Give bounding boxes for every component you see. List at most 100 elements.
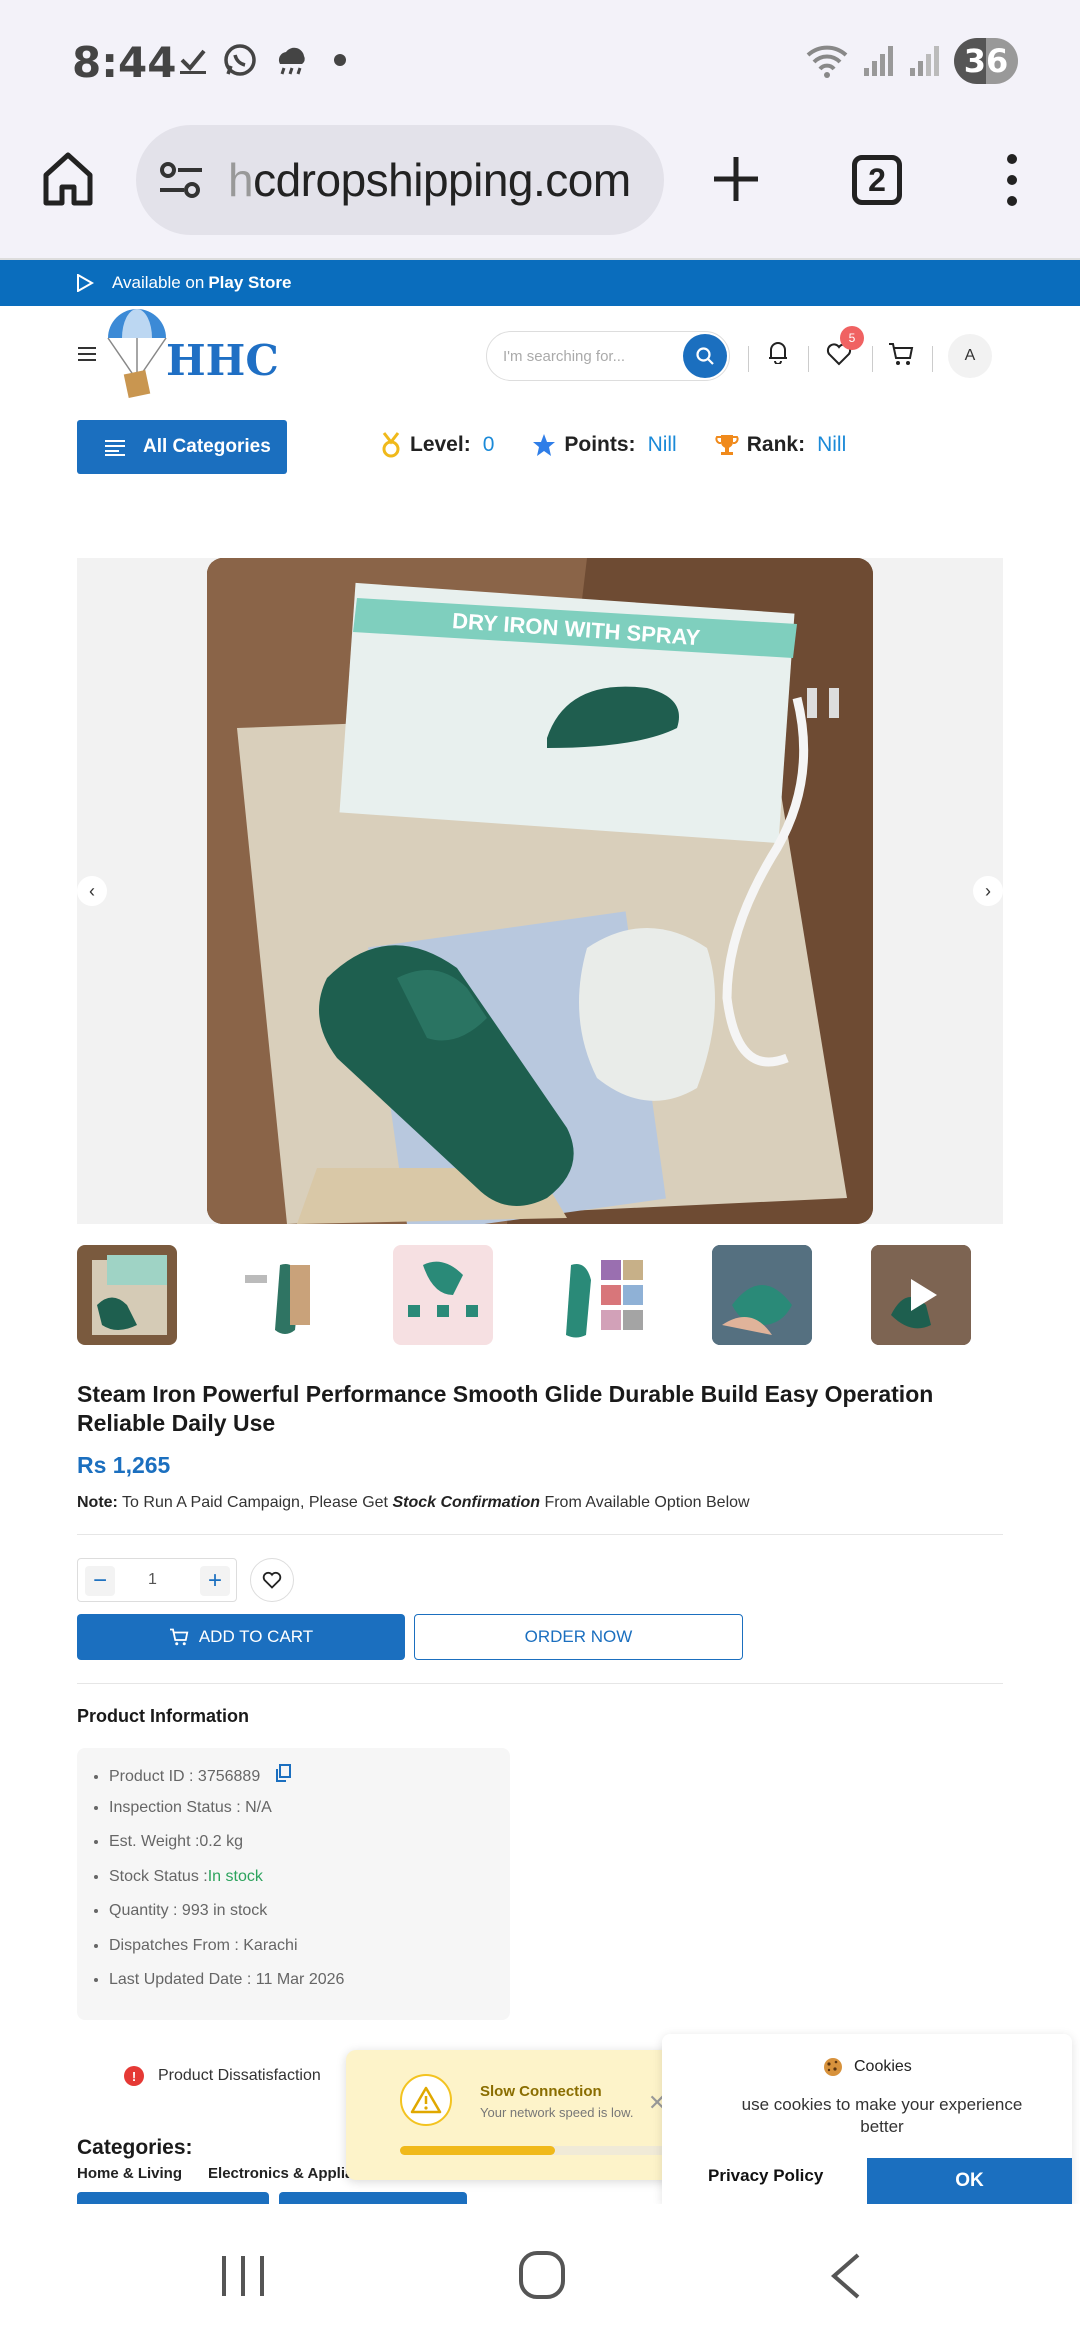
search-icon xyxy=(696,347,714,365)
site-header: HHC I'm searching for... 5 A xyxy=(0,306,1080,416)
medal-icon xyxy=(382,432,400,458)
thumbnail-image xyxy=(566,1260,643,1338)
stock-confirmation-text: Stock Confirmation xyxy=(392,1494,540,1511)
inspection-status-row: Inspection Status : N/A xyxy=(109,1799,510,1834)
points-value: Nill xyxy=(647,433,677,456)
divider xyxy=(932,346,933,372)
quantity-decrease-button[interactable]: − xyxy=(85,1566,115,1596)
product-photo: DRY IRON WITH SPRAY xyxy=(207,558,873,1224)
thumbnail-image xyxy=(712,1245,812,1345)
product-information-panel: Product ID : 3756889 Inspection Status :… xyxy=(77,1748,510,2020)
new-tab-icon[interactable] xyxy=(712,155,760,203)
rank-label: Rank: xyxy=(746,433,806,456)
logo-parachute-icon[interactable] xyxy=(104,308,170,400)
hamburger-menu-icon[interactable] xyxy=(78,346,96,362)
address-bar[interactable]: hcdropshipping.com xyxy=(136,125,664,235)
thumbnail-4[interactable] xyxy=(551,1245,651,1345)
points-stat: Points: Nill xyxy=(532,433,677,457)
cookie-ok-button[interactable]: OK xyxy=(867,2158,1072,2204)
site-settings-icon[interactable] xyxy=(158,160,204,200)
play-store-banner[interactable]: Available on Play Store xyxy=(0,260,1080,306)
play-banner-prefix: Available on xyxy=(112,273,205,292)
product-main-image[interactable]: DRY IRON WITH SPRAY xyxy=(207,558,873,1224)
list-icon xyxy=(105,440,125,456)
search-button[interactable] xyxy=(683,334,727,378)
quantity-value[interactable]: 1 xyxy=(148,1571,157,1589)
divider xyxy=(77,1534,1003,1535)
gallery-next-arrow[interactable]: › xyxy=(973,876,1003,906)
home-button-icon[interactable] xyxy=(518,2250,566,2300)
cart-icon[interactable] xyxy=(888,342,914,366)
last-updated-row: Last Updated Date : 11 Mar 2026 xyxy=(109,1971,510,2006)
add-to-wishlist-button[interactable] xyxy=(250,1558,294,1602)
back-icon[interactable] xyxy=(828,2252,864,2300)
order-now-button[interactable]: ORDER NOW xyxy=(414,1614,743,1660)
play-video-icon xyxy=(871,1245,971,1345)
system-navigation-bar xyxy=(0,2204,1080,2340)
whatsapp-icon xyxy=(224,44,256,76)
category-link-home-living[interactable]: Home & Living xyxy=(77,2165,182,2182)
level-label: Level: xyxy=(410,433,471,456)
points-label: Points: xyxy=(564,433,636,456)
rank-stat: Rank: Nill xyxy=(715,433,846,457)
gallery-prev-arrow[interactable]: ‹ xyxy=(77,876,107,906)
avatar[interactable]: A xyxy=(948,334,992,378)
play-store-icon xyxy=(77,274,94,292)
category-links: Home & Living Electronics & Applia xyxy=(77,2165,353,2182)
product-price: Rs 1,265 xyxy=(77,1452,171,1478)
thumbnail-strip xyxy=(77,1245,1003,1345)
heart-icon xyxy=(262,1571,282,1589)
category-link-electronics[interactable]: Electronics & Applia xyxy=(208,2165,353,2182)
cookie-title: Cookies xyxy=(822,2056,912,2078)
all-categories-button[interactable]: All Categories xyxy=(77,420,287,474)
cookie-message: use cookies to make your experience bett… xyxy=(741,2095,1023,2136)
toast-subtitle: Your network speed is low. xyxy=(480,2105,634,2120)
quantity-increase-button[interactable]: + xyxy=(200,1566,230,1596)
quantity-row: Quantity : 993 in stock xyxy=(109,1902,510,1937)
product-dissatisfaction-link[interactable]: ! Product Dissatisfaction xyxy=(124,2066,321,2086)
browser-toolbar: hcdropshipping.com 2 xyxy=(0,125,1080,260)
thumbnail-1[interactable] xyxy=(77,1245,177,1345)
bell-icon[interactable] xyxy=(767,340,789,364)
recent-apps-icon[interactable] xyxy=(220,2254,266,2298)
level-value: 0 xyxy=(482,433,495,456)
divider xyxy=(77,1683,1003,1684)
toast-title: Slow Connection xyxy=(480,2083,602,2100)
user-stats: Level: 0 Points: Nill Rank: Nill xyxy=(380,432,884,458)
toast-progress-track xyxy=(400,2146,682,2155)
menu-more-icon[interactable] xyxy=(1002,153,1022,207)
wishlist-count-badge: 5 xyxy=(840,326,864,350)
tab-switcher-button[interactable]: 2 xyxy=(852,155,902,205)
thumbnail-video[interactable] xyxy=(871,1245,971,1345)
thumbnail-3[interactable] xyxy=(393,1245,493,1345)
signal-icon xyxy=(864,46,893,76)
toast-progress-fill xyxy=(400,2146,556,2155)
weather-icon xyxy=(278,47,305,75)
battery-indicator: 36 xyxy=(954,38,1018,84)
thumbnail-image xyxy=(408,1261,478,1317)
url-text: hcdropshipping.com xyxy=(228,154,631,206)
divider xyxy=(808,346,809,372)
cart-icon xyxy=(169,1628,189,1646)
logo-text[interactable]: HHC xyxy=(166,336,279,385)
copy-icon[interactable] xyxy=(275,1764,291,1782)
trophy-icon xyxy=(715,435,739,455)
add-to-cart-button[interactable]: ADD TO CART xyxy=(77,1614,405,1660)
thumbnail-2[interactable] xyxy=(235,1245,335,1345)
alert-icon: ! xyxy=(124,2066,144,2086)
add-to-cart-label: ADD TO CART xyxy=(198,1627,314,1646)
privacy-policy-link[interactable]: Privacy Policy xyxy=(708,2166,823,2186)
note-label: Note: xyxy=(77,1494,118,1511)
warning-icon xyxy=(400,2074,452,2126)
stock-status-value: In stock xyxy=(207,1867,263,1885)
weight-row: Est. Weight :0.2 kg xyxy=(109,1833,510,1868)
dissatisfaction-label: Product Dissatisfaction xyxy=(158,2067,321,2084)
categories-heading: Categories: xyxy=(77,2136,193,2159)
product-id-row: Product ID : 3756889 xyxy=(109,1764,510,1799)
search-placeholder: I'm searching for... xyxy=(503,347,626,365)
divider xyxy=(872,346,873,372)
thumbnail-5[interactable] xyxy=(712,1245,812,1345)
dispatch-row: Dispatches From : Karachi xyxy=(109,1937,510,1972)
home-icon[interactable] xyxy=(42,151,94,207)
search-input[interactable]: I'm searching for... xyxy=(486,331,730,381)
